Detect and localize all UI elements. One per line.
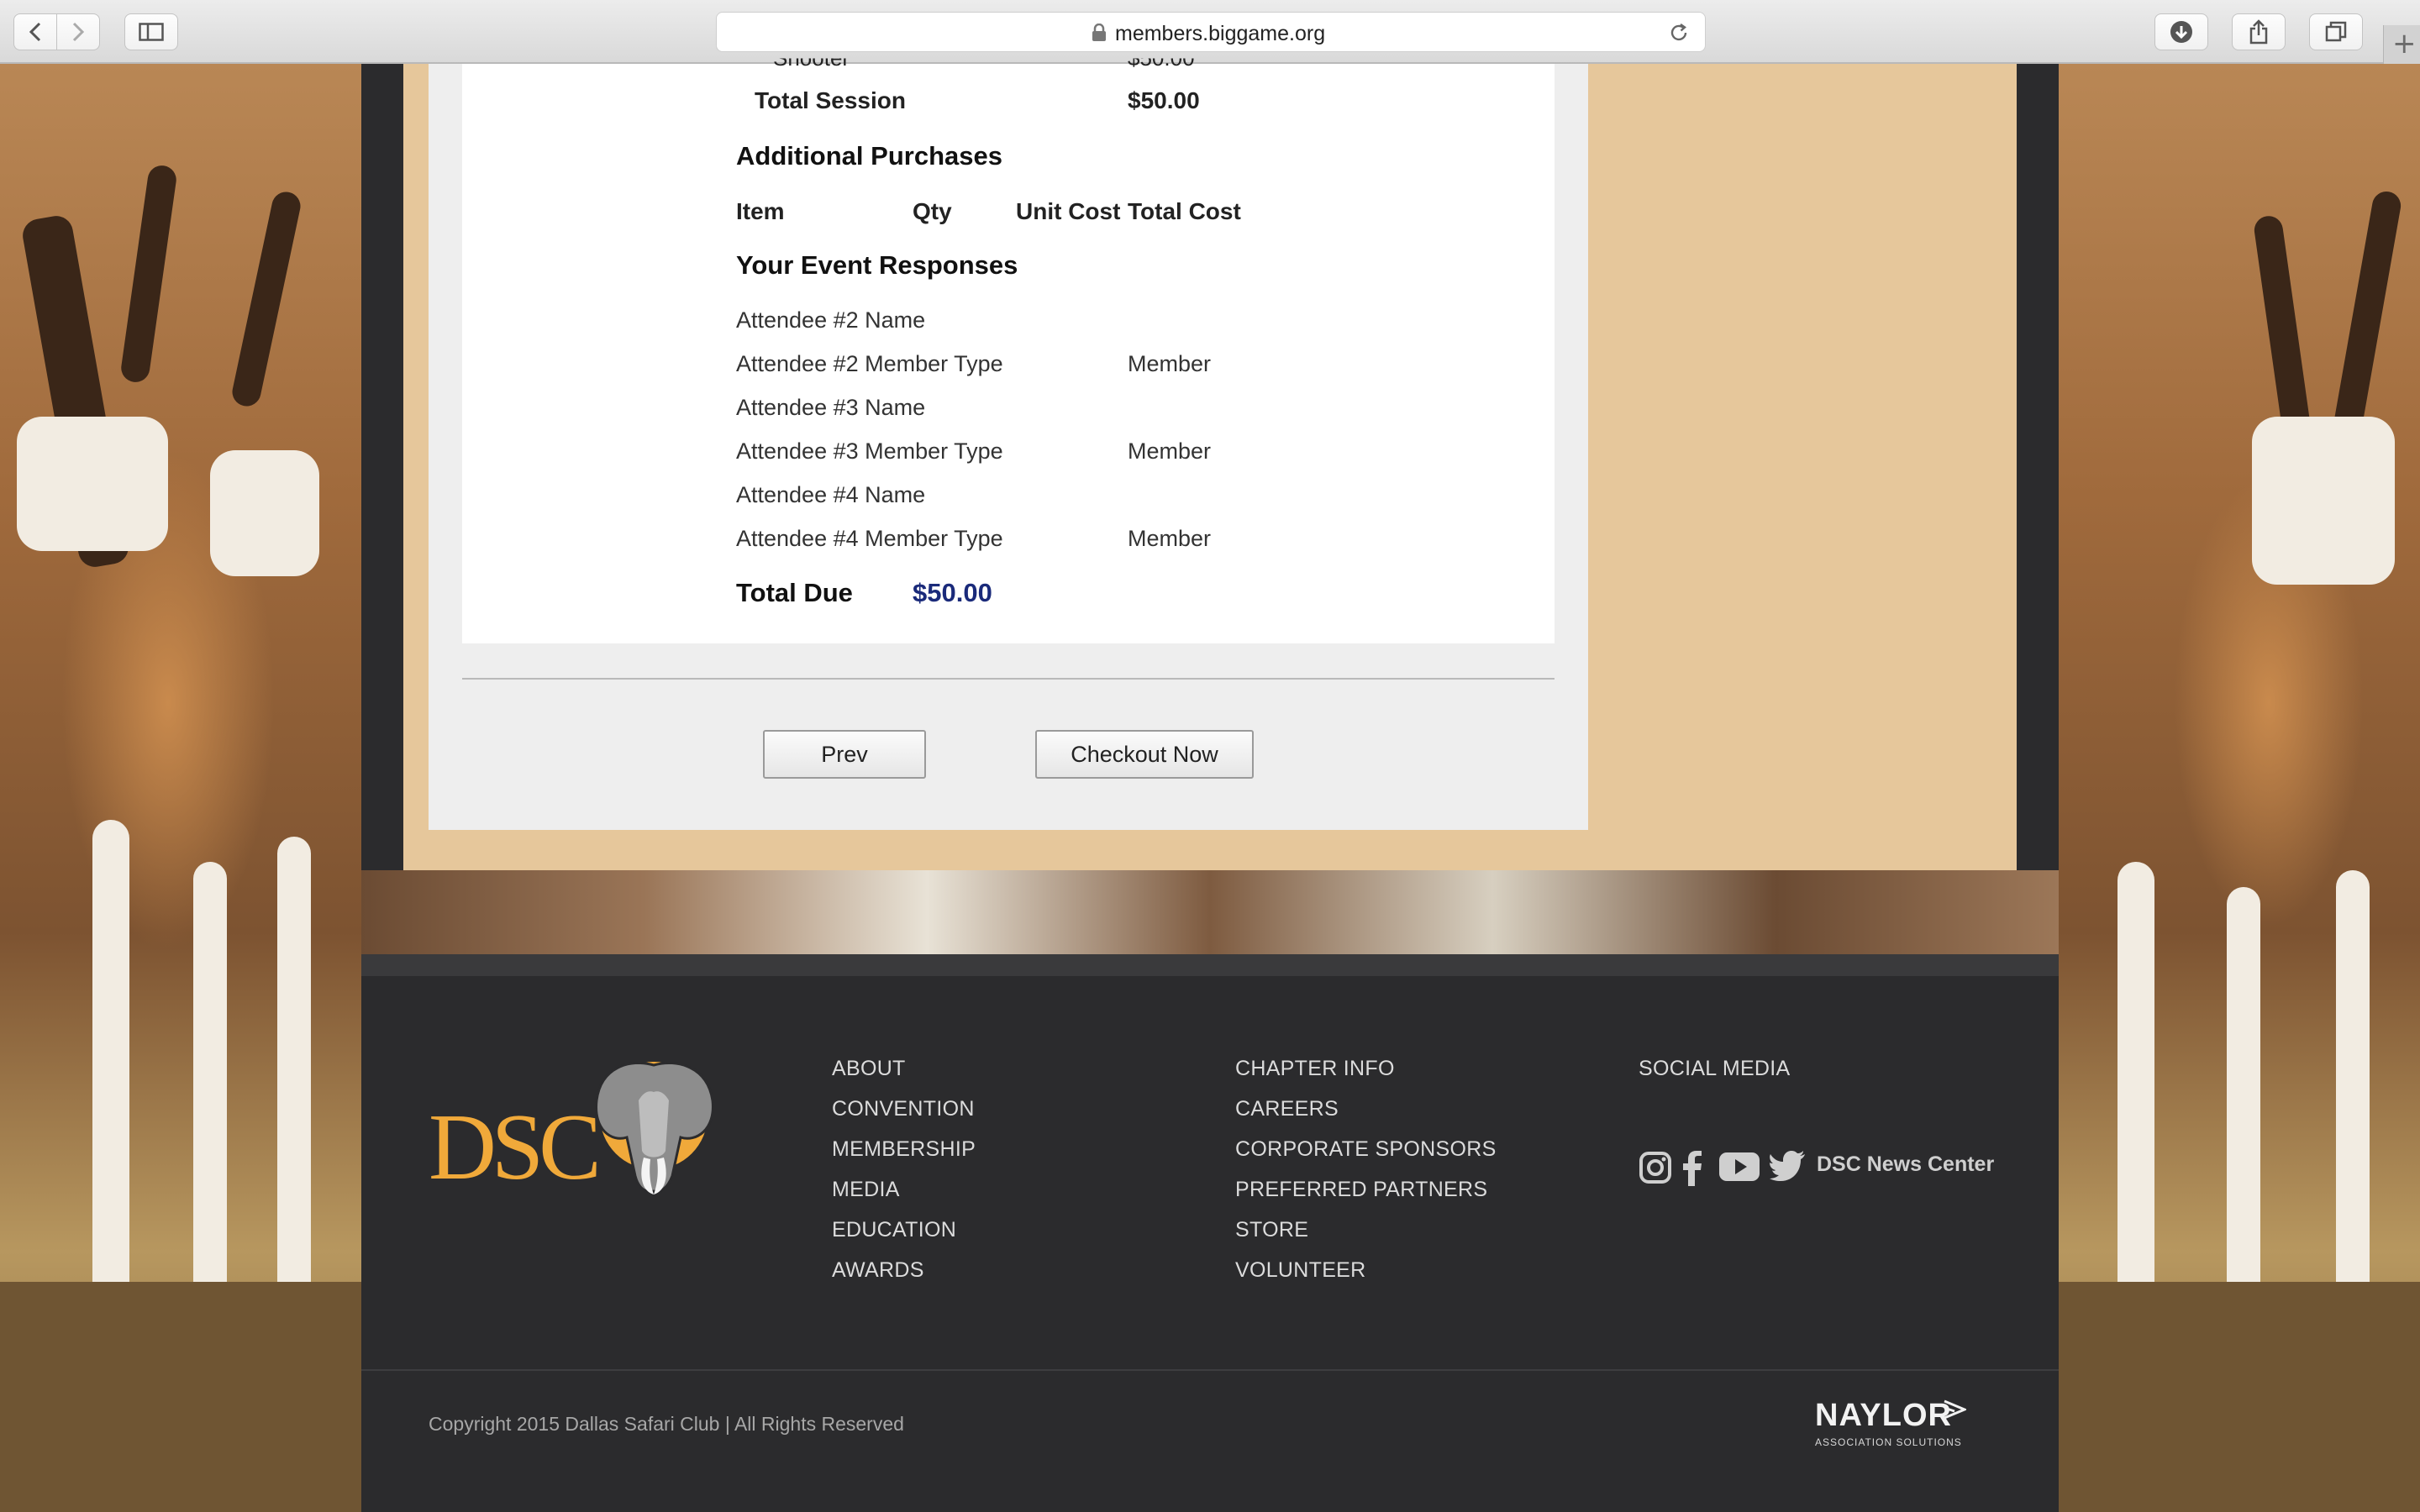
reload-icon[interactable] — [1668, 22, 1690, 44]
total-session-value: $50.00 — [1128, 87, 1200, 113]
col-qty: Qty — [913, 198, 952, 224]
col-item: Item — [736, 198, 785, 224]
col-total-cost: Total Cost — [1128, 198, 1241, 224]
additional-purchases-heading: Additional Purchases — [736, 141, 1002, 171]
plus-icon: + — [2392, 27, 2417, 60]
share-button[interactable] — [2232, 13, 2286, 50]
order-summary — [462, 64, 1555, 643]
footer-link-education[interactable]: EDUCATION — [832, 1218, 956, 1242]
actions-divider — [462, 678, 1555, 680]
photo-strip — [361, 870, 2059, 954]
footer-link-chapter-info[interactable]: CHAPTER INFO — [1235, 1057, 1395, 1081]
youtube-icon[interactable] — [1719, 1151, 1760, 1183]
naylor-arrow-icon — [1944, 1399, 1966, 1420]
footer-link-about[interactable]: ABOUT — [832, 1057, 906, 1081]
col-unit-cost: Unit Cost — [1016, 198, 1121, 224]
response-label: Attendee #3 Member Type — [736, 438, 1003, 464]
checkout-now-button[interactable]: Checkout Now — [1035, 730, 1254, 779]
footer-link-preferred-partners[interactable]: PREFERRED PARTNERS — [1235, 1178, 1487, 1202]
back-icon — [29, 22, 41, 42]
twitter-icon[interactable] — [1770, 1151, 1805, 1181]
response-label: Attendee #4 Member Type — [736, 526, 1003, 551]
response-label: Attendee #2 Name — [736, 307, 926, 333]
response-value: Member — [1128, 526, 1212, 551]
back-button[interactable] — [13, 13, 57, 50]
naylor-logo[interactable]: NAYLOR ASSOCIATION SOLUTIONS — [1815, 1398, 1983, 1457]
event-responses-heading: Your Event Responses — [736, 250, 1018, 280]
footer-link-store[interactable]: STORE — [1235, 1218, 1308, 1242]
response-label: Attendee #3 Name — [736, 395, 926, 420]
address-url: members.biggame.org — [1115, 22, 1326, 45]
naylor-tagline: ASSOCIATION SOLUTIONS — [1815, 1436, 1962, 1448]
response-label: Attendee #4 Name — [736, 482, 926, 507]
naylor-name: NAYLOR — [1815, 1398, 1952, 1433]
tabs-icon — [2325, 21, 2347, 42]
sidebar-button[interactable] — [124, 13, 178, 50]
dsc-news-center-link[interactable]: DSC News Center — [1817, 1152, 1994, 1177]
footer-link-membership[interactable]: MEMBERSHIP — [832, 1137, 976, 1162]
social-media-heading: SOCIAL MEDIA — [1639, 1057, 1791, 1080]
forward-button[interactable] — [56, 13, 100, 50]
sidebar-icon — [139, 23, 164, 41]
dsc-logo-text: DSC — [429, 1095, 602, 1200]
show-tabs-button[interactable] — [2309, 13, 2363, 50]
forward-icon — [72, 22, 85, 42]
response-label: Attendee #2 Member Type — [736, 351, 1003, 376]
total-session-label: Total Session — [755, 87, 906, 113]
downloads-button[interactable] — [2154, 13, 2208, 50]
footer-link-volunteer[interactable]: VOLUNTEER — [1235, 1258, 1366, 1283]
footer-link-convention[interactable]: CONVENTION — [832, 1097, 975, 1121]
address-bar[interactable]: members.biggame.org — [716, 12, 1706, 52]
footer-link-media[interactable]: MEDIA — [832, 1178, 900, 1202]
footer-link-awards[interactable]: AWARDS — [832, 1258, 924, 1283]
prev-button[interactable]: Prev — [763, 730, 926, 779]
browser-toolbar: members.biggame.org + — [0, 0, 2420, 64]
copyright-text: Copyright 2015 Dallas Safari Club | All … — [429, 1413, 904, 1435]
response-value: Member — [1128, 351, 1212, 376]
site-footer: DSC ABOUT CONVENTION MEMBERSHIP MEDIA ED… — [361, 976, 2059, 1512]
response-value: Member — [1128, 438, 1212, 464]
footer-link-careers[interactable]: CAREERS — [1235, 1097, 1339, 1121]
dsc-logo[interactable]: DSC — [429, 1050, 731, 1201]
total-due-label: Total Due — [736, 578, 853, 607]
footer-band — [361, 954, 2059, 976]
facebook-icon[interactable] — [1682, 1151, 1702, 1186]
instagram-icon[interactable] — [1639, 1151, 1672, 1184]
total-due-value: $50.00 — [913, 578, 992, 607]
footer-divider — [361, 1369, 2059, 1371]
download-icon — [2170, 21, 2192, 43]
lock-icon — [1092, 24, 1106, 41]
new-tab-button[interactable]: + — [2383, 25, 2420, 64]
share-icon — [2249, 19, 2268, 45]
footer-link-corporate-sponsors[interactable]: CORPORATE SPONSORS — [1235, 1137, 1497, 1162]
